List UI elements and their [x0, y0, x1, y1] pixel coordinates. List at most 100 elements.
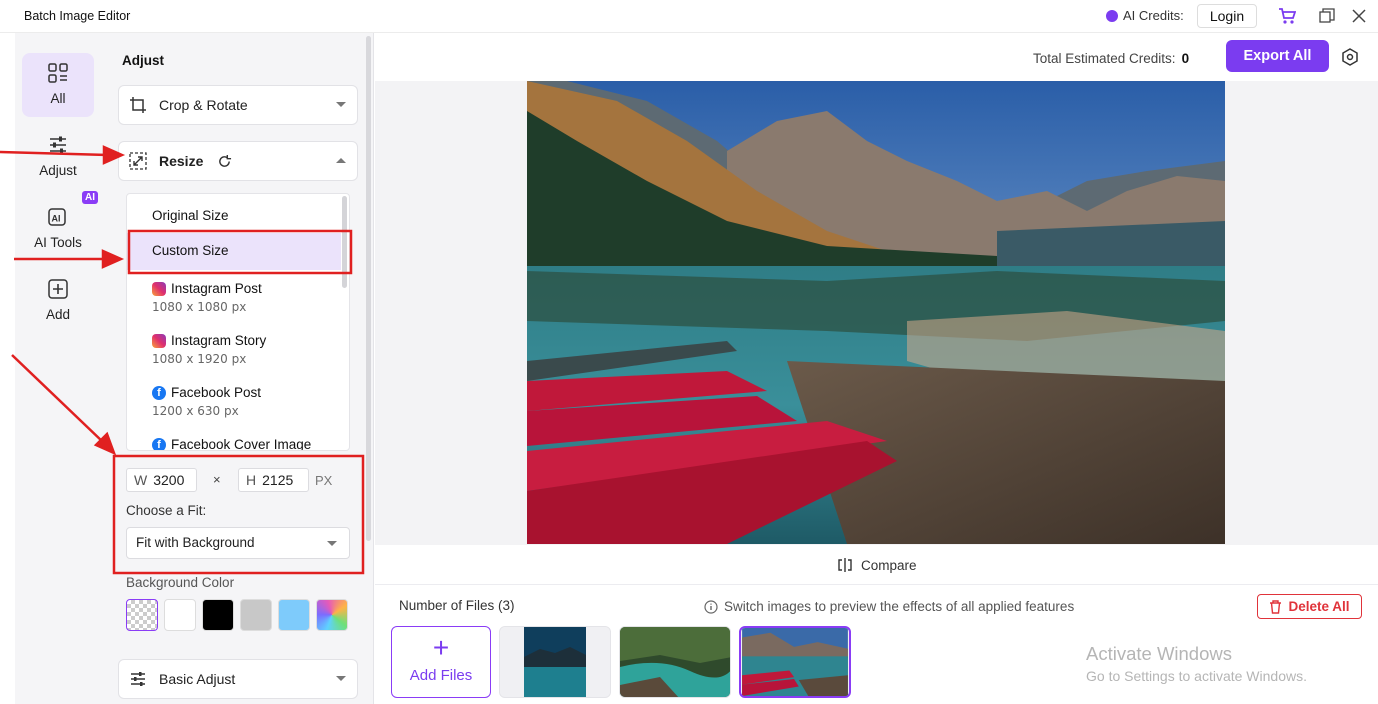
sliders-icon	[50, 136, 66, 154]
instagram-icon	[152, 281, 166, 296]
preview-image	[527, 81, 1225, 544]
list-scrollbar[interactable]	[342, 196, 347, 288]
rail-label: Add	[45, 307, 71, 322]
fit-select[interactable]: Fit with Background	[126, 527, 350, 559]
size-option-dimensions: 1080 x 1080 px	[152, 300, 247, 314]
chevron-down-icon	[336, 102, 346, 107]
info-icon	[704, 599, 718, 614]
size-option-label: Custom Size	[152, 243, 229, 258]
app-title: Batch Image Editor	[24, 9, 131, 23]
thumbnail-3[interactable]	[739, 626, 851, 698]
total-credits-label: Total Estimated Credits:	[1033, 51, 1176, 66]
chevron-down-icon	[336, 676, 346, 681]
panel-scrollbar[interactable]	[366, 36, 371, 541]
compare-toggle[interactable]: Compare	[837, 557, 917, 573]
unit-label: PX	[315, 473, 333, 488]
preview-area	[375, 81, 1378, 545]
width-label: W	[134, 472, 148, 488]
swatch-custom-gradient[interactable]	[316, 599, 348, 631]
swatch-white[interactable]	[164, 599, 196, 631]
height-input[interactable]: H 2125	[238, 468, 309, 492]
size-option-custom[interactable]: Custom Size	[127, 233, 341, 270]
rail-item-all[interactable]: All	[22, 53, 94, 117]
add-files-label: Add Files	[409, 667, 473, 684]
size-option-label: Instagram Story	[171, 333, 267, 348]
thumbnail-image	[620, 627, 730, 697]
ai-badge: AI	[82, 191, 98, 204]
chevron-down-icon	[327, 541, 337, 546]
rail-label: All	[50, 91, 66, 106]
crop-rotate-accordion[interactable]: Crop & Rotate	[118, 85, 358, 125]
size-option-facebook-post[interactable]: f Facebook Post 1200 x 630 px	[127, 385, 341, 418]
resize-label: Resize	[159, 153, 204, 169]
height-value: 2125	[262, 472, 294, 488]
ai-credits: AI Credits:	[1106, 8, 1184, 23]
files-count: Number of Files (3)	[399, 598, 515, 613]
activation-watermark: Activate Windows Go to Settings to activ…	[1086, 643, 1307, 684]
size-option-instagram-story[interactable]: Instagram Story 1080 x 1920 px	[127, 333, 341, 366]
swatch-transparent[interactable]	[126, 599, 158, 631]
facebook-icon: f	[152, 437, 166, 450]
panel-title: Adjust	[122, 53, 164, 68]
times-symbol: ×	[213, 472, 221, 487]
basic-adjust-accordion[interactable]: Basic Adjust	[118, 659, 358, 699]
delete-all-label: Delete All	[1288, 599, 1350, 614]
add-files-button[interactable]: + Add Files	[391, 626, 491, 698]
total-credits: Total Estimated Credits: 0	[1033, 51, 1189, 66]
compare-icon	[838, 558, 852, 572]
trash-icon	[1270, 599, 1282, 614]
thumbnail-2[interactable]	[619, 626, 731, 698]
swatch-light-blue[interactable]	[278, 599, 310, 631]
instagram-icon	[152, 333, 166, 348]
size-option-instagram-post[interactable]: Instagram Post 1080 x 1080 px	[127, 281, 341, 314]
size-option-original[interactable]: Original Size	[127, 208, 341, 223]
size-option-dimensions: 1200 x 630 px	[152, 404, 239, 418]
hint-label: Switch images to preview the effects of …	[724, 599, 1075, 614]
size-option-facebook-cover[interactable]: f Facebook Cover Image	[127, 437, 341, 450]
height-label: H	[246, 472, 257, 488]
login-button[interactable]: Login	[1197, 4, 1257, 28]
resize-accordion[interactable]: Resize	[118, 141, 358, 181]
thumbnail-1[interactable]	[499, 626, 611, 698]
watermark-subtitle: Go to Settings to activate Windows.	[1086, 668, 1307, 684]
title-bar: Batch Image Editor AI Credits: Login	[0, 0, 1378, 33]
watermark-title: Activate Windows	[1086, 643, 1232, 664]
size-preset-list: Original Size Custom Size Instagram Post…	[126, 193, 350, 451]
facebook-icon: f	[152, 385, 166, 400]
credits-gem-icon	[1106, 9, 1118, 22]
swatch-black[interactable]	[202, 599, 234, 631]
size-option-label: Facebook Post	[171, 385, 262, 400]
adjust-panel: Adjust Crop & Rotate Resize Original Siz…	[101, 33, 374, 704]
background-color-label: Background Color	[126, 575, 235, 590]
sliders-icon	[131, 672, 145, 686]
basic-adjust-label: Basic Adjust	[159, 671, 236, 687]
cart-icon[interactable]	[1278, 7, 1296, 25]
crop-icon	[130, 97, 146, 113]
add-square-icon	[48, 279, 68, 299]
settings-icon[interactable]	[1341, 48, 1359, 66]
thumbnail-image	[500, 627, 610, 697]
svg-text:AI: AI	[52, 214, 61, 224]
thumbnail-image	[742, 628, 848, 696]
close-window-icon[interactable]	[1350, 7, 1368, 25]
restore-window-icon[interactable]	[1318, 7, 1336, 25]
size-option-label: Instagram Post	[171, 281, 262, 296]
rail-label: Adjust	[39, 163, 77, 178]
rail-item-ai-tools[interactable]: AI AI AI Tools	[22, 191, 98, 261]
swatch-gray[interactable]	[240, 599, 272, 631]
width-input[interactable]: W 3200	[126, 468, 197, 492]
grid-icon	[48, 63, 68, 83]
rail-item-add[interactable]: Add	[22, 269, 94, 333]
size-option-label: Original Size	[152, 208, 229, 223]
main-area: Total Estimated Credits: 0 Export All Co…	[375, 33, 1378, 704]
chevron-up-icon	[336, 158, 346, 163]
plus-icon: +	[432, 632, 450, 663]
reset-icon[interactable]	[217, 154, 232, 169]
crop-rotate-label: Crop & Rotate	[159, 97, 248, 113]
ai-icon: AI	[48, 208, 66, 226]
fit-value: Fit with Background	[136, 535, 255, 550]
export-all-button[interactable]: Export All	[1226, 40, 1329, 72]
rail-item-adjust[interactable]: Adjust	[22, 125, 94, 189]
delete-all-button[interactable]: Delete All	[1257, 594, 1362, 619]
hint-text: Switch images to preview the effects of …	[704, 599, 1074, 614]
